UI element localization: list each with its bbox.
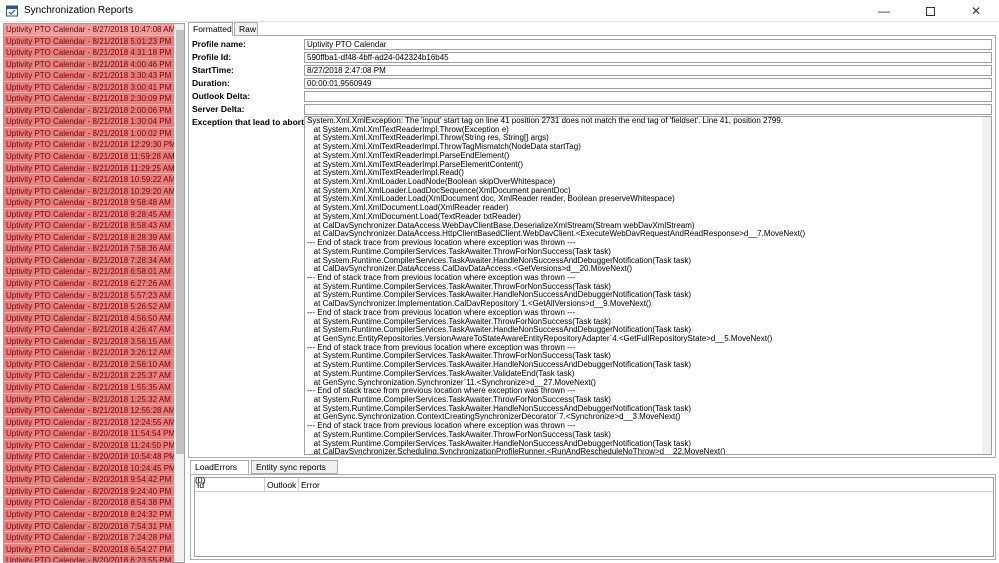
report-list-item[interactable]: Uptivity PTO Calendar - 8/21/2018 5:01:2… xyxy=(4,35,174,48)
load-errors-grid[interactable]: Id Outlook Error xyxy=(194,477,994,557)
report-list-item[interactable]: Uptivity PTO Calendar - 8/21/2018 11:59:… xyxy=(4,151,174,163)
report-list-item[interactable]: Uptivity PTO Calendar - 8/20/2018 11:24:… xyxy=(4,439,174,452)
report-list-item[interactable]: Uptivity PTO Calendar - 8/20/2018 6:54:2… xyxy=(4,543,174,556)
report-list-item[interactable]: Uptivity PTO Calendar - 8/21/2018 4:31:1… xyxy=(4,47,174,59)
report-list-item[interactable]: Uptivity PTO Calendar - 8/20/2018 10:24:… xyxy=(4,462,174,475)
report-list-item[interactable]: Uptivity PTO Calendar - 8/21/2018 3:00:4… xyxy=(4,81,174,94)
column-header-outlook[interactable]: Outlook xyxy=(265,478,299,492)
report-list-item[interactable]: Uptivity PTO Calendar - 8/21/2018 8:58:4… xyxy=(4,220,174,232)
report-list-item[interactable]: Uptivity PTO Calendar - 8/20/2018 7:24:2… xyxy=(4,532,174,544)
report-list-item[interactable]: Uptivity PTO Calendar - 8/21/2018 1:55:3… xyxy=(4,381,174,394)
report-list-item[interactable]: Uptivity PTO Calendar - 8/21/2018 2:25:3… xyxy=(4,370,174,382)
grid-header: Id Outlook Error xyxy=(195,478,993,492)
server-delta-field[interactable] xyxy=(304,104,992,115)
report-list-item[interactable]: Uptivity PTO Calendar - 8/21/2018 12:55:… xyxy=(4,405,174,417)
maximize-icon xyxy=(925,7,935,17)
tab-raw[interactable]: Raw xyxy=(234,22,258,36)
report-list-item[interactable]: Uptivity PTO Calendar - 8/21/2018 2:00:0… xyxy=(4,104,174,117)
report-list-item[interactable]: Uptivity PTO Calendar - 8/21/2018 8:28:3… xyxy=(4,231,174,244)
report-list-item[interactable]: Uptivity PTO Calendar - 8/21/2018 9:58:4… xyxy=(4,197,174,209)
report-list-item[interactable]: Uptivity PTO Calendar - 8/27/2018 10:47:… xyxy=(4,24,174,36)
minimize-button[interactable]: — xyxy=(861,0,907,22)
report-list-item[interactable]: Uptivity PTO Calendar - 8/21/2018 10:29:… xyxy=(4,185,174,198)
report-list-item[interactable]: Uptivity PTO Calendar - 8/21/2018 5:26:5… xyxy=(4,301,174,313)
report-list-scrollbar[interactable] xyxy=(174,24,184,562)
tab-entity-sync-reports[interactable]: Entity sync reports (0) xyxy=(251,460,338,485)
server-delta-label: Server Delta: xyxy=(192,104,245,114)
report-list-item[interactable]: Uptivity PTO Calendar - 8/21/2018 4:26:4… xyxy=(4,324,174,336)
report-list-item[interactable]: Uptivity PTO Calendar - 8/20/2018 11:54:… xyxy=(4,428,174,440)
report-list[interactable]: Uptivity PTO Calendar - 8/27/2018 10:47:… xyxy=(3,23,185,563)
report-list-item[interactable]: Uptivity PTO Calendar - 8/21/2018 1:25:3… xyxy=(4,393,174,406)
outlook-delta-label: Outlook Delta: xyxy=(192,91,251,101)
duration-field[interactable]: 00:00:01.9560949 xyxy=(304,78,992,89)
report-list-item[interactable]: Uptivity PTO Calendar - 8/20/2018 10:54:… xyxy=(4,451,174,463)
report-list-item[interactable]: Uptivity PTO Calendar - 8/21/2018 3:26:1… xyxy=(4,347,174,359)
column-header-id[interactable]: Id xyxy=(195,478,265,492)
exception-label: Exception that lead to abortion: xyxy=(192,117,320,127)
start-time-field[interactable]: 8/27/2018 2:47:08 PM xyxy=(304,65,992,76)
report-list-item[interactable]: Uptivity PTO Calendar - 8/21/2018 5:57:2… xyxy=(4,289,174,302)
report-list-item[interactable]: Uptivity PTO Calendar - 8/20/2018 9:24:4… xyxy=(4,485,174,498)
report-list-item[interactable]: Uptivity PTO Calendar - 8/21/2018 11:29:… xyxy=(4,162,174,175)
report-list-item[interactable]: Uptivity PTO Calendar - 8/21/2018 6:58:0… xyxy=(4,266,174,279)
start-time-label: StartTime: xyxy=(192,65,234,75)
report-list-item[interactable]: Uptivity PTO Calendar - 8/20/2018 8:54:3… xyxy=(4,497,174,509)
profile-name-field[interactable]: Uptivity PTO Calendar xyxy=(304,39,992,50)
column-header-error[interactable]: Error xyxy=(299,478,339,492)
profile-name-label: Profile name: xyxy=(192,39,246,49)
report-list-item[interactable]: Uptivity PTO Calendar - 8/20/2018 8:24:3… xyxy=(4,508,174,521)
profile-id-label: Profile Id: xyxy=(192,52,232,62)
report-list-item[interactable]: Uptivity PTO Calendar - 8/21/2018 1:30:0… xyxy=(4,116,174,128)
exception-lines: System.Xml.XmlException: The 'input' sta… xyxy=(305,117,991,455)
report-list-item[interactable]: Uptivity PTO Calendar - 8/20/2018 7:54:3… xyxy=(4,520,174,533)
report-list-item[interactable]: Uptivity PTO Calendar - 8/21/2018 1:00:0… xyxy=(4,127,174,140)
minimize-icon: — xyxy=(878,4,890,18)
exception-line: at CalDavSynchronizer.Scheduling.Synchro… xyxy=(307,447,726,455)
report-items: Uptivity PTO Calendar - 8/27/2018 10:47:… xyxy=(4,24,174,562)
details-pane: Profile name: Uptivity PTO Calendar Prof… xyxy=(188,35,996,458)
duration-label: Duration: xyxy=(192,78,230,88)
report-list-item[interactable]: Uptivity PTO Calendar - 8/21/2018 3:30:4… xyxy=(4,70,174,82)
report-list-item[interactable]: Uptivity PTO Calendar - 8/21/2018 7:28:3… xyxy=(4,254,174,267)
report-list-item[interactable]: Uptivity PTO Calendar - 8/21/2018 2:56:1… xyxy=(4,358,174,371)
report-list-item[interactable]: Uptivity PTO Calendar - 8/21/2018 12:29:… xyxy=(4,139,174,152)
report-list-item[interactable]: Uptivity PTO Calendar - 8/21/2018 3:56:1… xyxy=(4,335,174,348)
app-icon xyxy=(6,5,18,17)
report-list-item[interactable]: Uptivity PTO Calendar - 8/21/2018 7:58:3… xyxy=(4,243,174,255)
tab-load-errors[interactable]: LoadErrors (0) xyxy=(190,460,249,485)
report-list-item[interactable]: Uptivity PTO Calendar - 8/21/2018 4:56:5… xyxy=(4,312,174,325)
report-list-item[interactable]: Uptivity PTO Calendar - 8/21/2018 10:59:… xyxy=(4,174,174,186)
tab-formatted[interactable]: Formatted xyxy=(188,22,233,36)
exception-scrollbar[interactable] xyxy=(982,117,991,454)
report-list-item[interactable]: Uptivity PTO Calendar - 8/21/2018 9:28:4… xyxy=(4,208,174,221)
load-errors-pane: Id Outlook Error xyxy=(190,474,996,560)
report-list-item[interactable]: Uptivity PTO Calendar - 8/21/2018 4:00:4… xyxy=(4,58,174,71)
close-button[interactable]: ✕ xyxy=(953,0,999,22)
window-title: Synchronization Reports xyxy=(24,5,133,16)
outlook-delta-field[interactable] xyxy=(304,91,992,102)
scrollbar-thumb[interactable] xyxy=(176,30,184,454)
close-icon: ✕ xyxy=(970,4,982,18)
title-bar: Synchronization Reports — ✕ xyxy=(0,0,999,22)
report-list-item[interactable]: Uptivity PTO Calendar - 8/21/2018 6:27:2… xyxy=(4,278,174,290)
report-list-item[interactable]: Uptivity PTO Calendar - 8/20/2018 9:54:4… xyxy=(4,474,174,486)
report-list-item[interactable]: Uptivity PTO Calendar - 8/21/2018 2:30:0… xyxy=(4,93,174,105)
report-list-item[interactable]: Uptivity PTO Calendar - 8/20/2018 6:23:5… xyxy=(4,555,174,562)
report-list-item[interactable]: Uptivity PTO Calendar - 8/21/2018 12:24:… xyxy=(4,416,174,429)
profile-id-field[interactable]: 590ffba1-df48-4bff-ad24-042324b16b45 xyxy=(304,52,992,63)
exception-text[interactable]: System.Xml.XmlException: The 'input' sta… xyxy=(304,116,992,455)
maximize-button[interactable] xyxy=(907,0,953,22)
